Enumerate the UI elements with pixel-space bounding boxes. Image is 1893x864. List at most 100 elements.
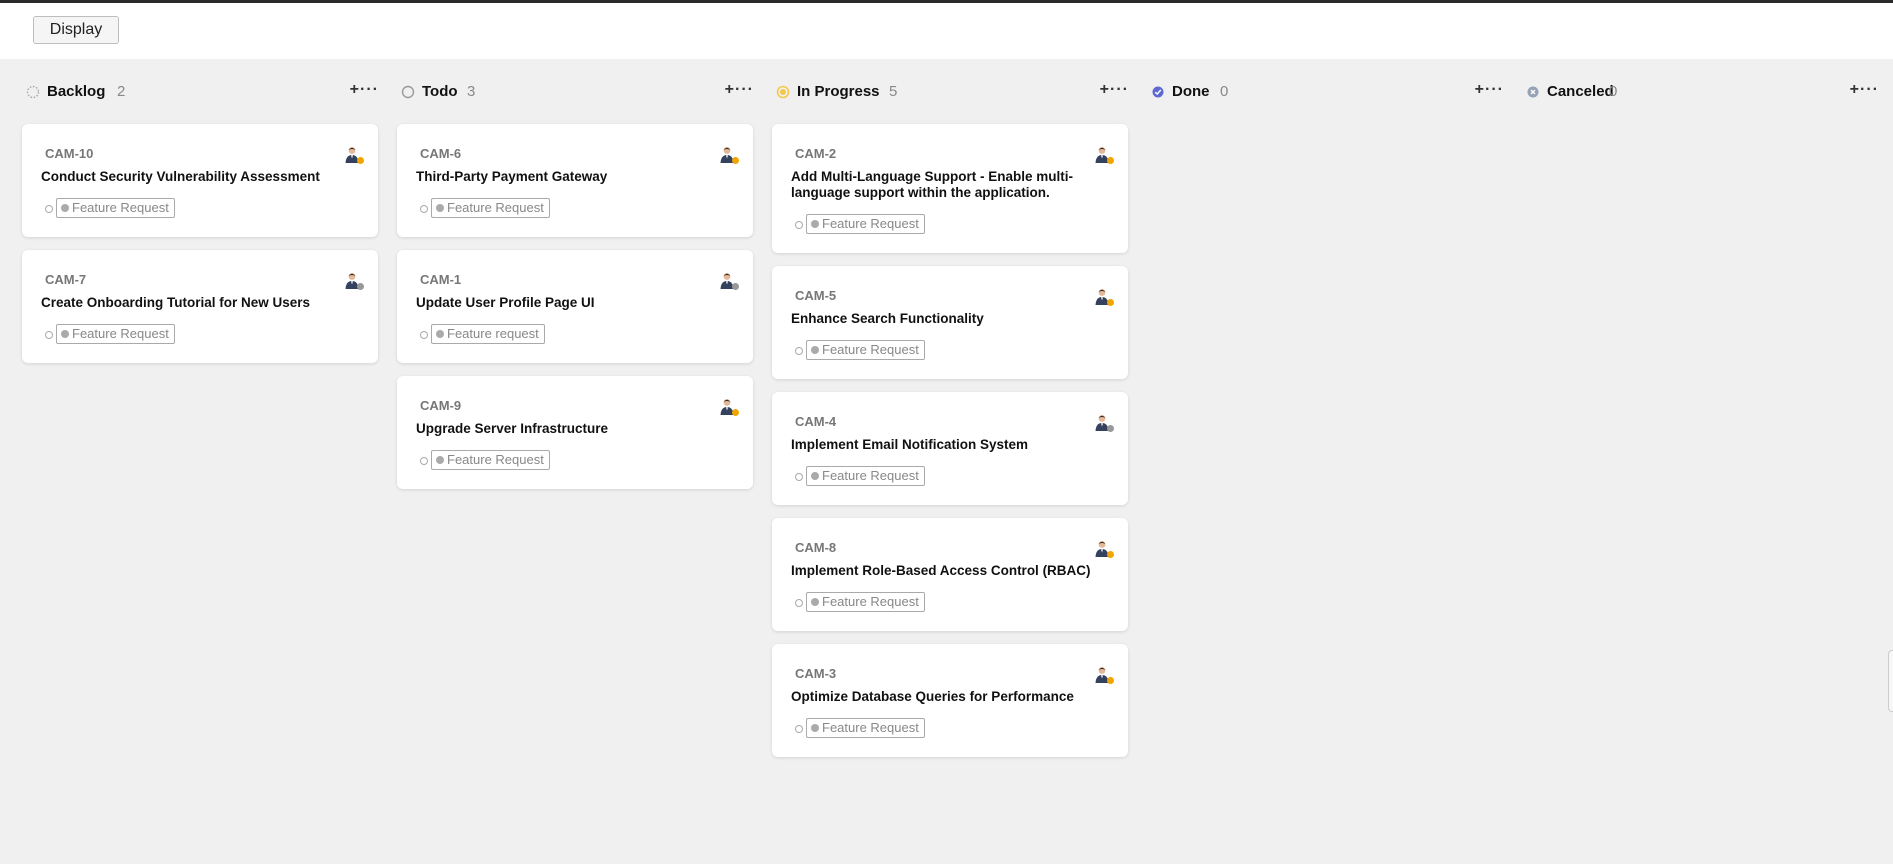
priority-circle-icon[interactable] <box>420 205 428 213</box>
issue-id: CAM-5 <box>795 288 837 303</box>
issue-title: Implement Email Notification System <box>791 437 1029 452</box>
column-title: Canceled <box>1547 83 1614 100</box>
column-actions: +··· <box>725 81 754 99</box>
issue-title: Implement Role-Based Access Control (RBA… <box>791 563 1091 578</box>
priority-circle-icon[interactable] <box>420 331 428 339</box>
priority-circle-icon[interactable] <box>795 599 803 607</box>
column-title: Todo <box>422 83 458 100</box>
column-todo: Todo 3 +··· CAM-6 Third-Party Payment Gatewa… <box>397 59 754 859</box>
priority-circle-icon[interactable] <box>45 331 53 339</box>
issue-id: CAM-2 <box>795 146 837 161</box>
assignee-avatar[interactable] <box>718 397 739 416</box>
more-options-icon[interactable]: ··· <box>1110 81 1129 98</box>
assignee-avatar[interactable] <box>718 145 739 164</box>
label-dot-icon <box>811 598 819 606</box>
column-actions: +··· <box>1475 81 1504 99</box>
column-title: Done <box>1172 83 1210 100</box>
add-issue-icon[interactable]: + <box>350 81 360 98</box>
priority-circle-icon[interactable] <box>795 221 803 229</box>
status-backlog-icon <box>26 85 40 99</box>
issue-title: Upgrade Server Infrastructure <box>416 421 609 436</box>
column-actions: +··· <box>1100 81 1129 99</box>
status-in-progress-icon <box>776 85 790 99</box>
issue-id: CAM-4 <box>795 414 837 429</box>
side-panel-handle[interactable] <box>1888 650 1893 712</box>
issue-card[interactable]: CAM-5 Enhance Search Functionality Feature… <box>772 266 1128 379</box>
issue-card[interactable]: CAM-6 Third-Party Payment Gateway Feature … <box>397 124 753 237</box>
priority-circle-icon[interactable] <box>795 347 803 355</box>
status-done-icon <box>1151 85 1165 99</box>
label-tag[interactable]: Feature Request <box>56 198 175 218</box>
issue-title: Update User Profile Page UI <box>416 295 595 310</box>
more-options-icon[interactable]: ··· <box>735 81 754 98</box>
label-dot-icon <box>436 204 444 212</box>
label-text: Feature Request <box>447 452 544 467</box>
status-canceled-icon <box>1526 85 1540 99</box>
issue-card[interactable]: CAM-2 Add Multi-Language Support - Enable… <box>772 124 1128 253</box>
issue-card[interactable]: CAM-10 Conduct Security Vulnerability Ass… <box>22 124 378 237</box>
add-issue-icon[interactable]: + <box>1100 81 1110 98</box>
assignee-avatar[interactable] <box>718 271 739 290</box>
label-dot-icon <box>61 330 69 338</box>
column-header: Todo 3 +··· <box>397 81 754 102</box>
kanban-board: Backlog 2 +··· CAM-10 Conduct Security Vulne… <box>0 59 1893 864</box>
more-options-icon[interactable]: ··· <box>1860 81 1879 98</box>
more-options-icon[interactable]: ··· <box>360 81 379 98</box>
label-dot-icon <box>436 330 444 338</box>
assignee-avatar[interactable] <box>1093 145 1114 164</box>
label-tag[interactable]: Feature Request <box>56 324 175 344</box>
column-title: Backlog <box>47 83 106 100</box>
issue-title: Enhance Search Functionality <box>791 311 984 326</box>
column-title: In Progress <box>797 83 880 100</box>
issue-card[interactable]: CAM-7 Create Onboarding Tutorial for New … <box>22 250 378 363</box>
column-backlog: Backlog 2 +··· CAM-10 Conduct Security Vulne… <box>22 59 379 859</box>
assignee-avatar[interactable] <box>1093 665 1114 684</box>
label-tag[interactable]: Feature Request <box>806 466 925 486</box>
more-options-icon[interactable]: ··· <box>1485 81 1504 98</box>
avatar-status-dot <box>1107 157 1114 164</box>
label-text: Feature Request <box>822 594 919 609</box>
column-count: 0 <box>1220 83 1229 100</box>
issue-card[interactable]: CAM-3 Optimize Database Queries for Perfo… <box>772 644 1128 757</box>
avatar-status-dot <box>357 283 364 290</box>
assignee-avatar[interactable] <box>1093 539 1114 558</box>
priority-circle-icon[interactable] <box>45 205 53 213</box>
assignee-avatar[interactable] <box>343 145 364 164</box>
issue-title: Conduct Security Vulnerability Assessmen… <box>41 169 320 184</box>
issue-card[interactable]: CAM-1 Update User Profile Page UI Feature … <box>397 250 753 363</box>
issue-title: Optimize Database Queries for Performanc… <box>791 689 1074 704</box>
label-dot-icon <box>811 724 819 732</box>
label-tag[interactable]: Feature Request <box>806 214 925 234</box>
label-tag[interactable]: Feature Request <box>806 718 925 738</box>
assignee-avatar[interactable] <box>1093 413 1114 432</box>
column-actions: +··· <box>1850 81 1879 99</box>
label-tag[interactable]: Feature Request <box>806 592 925 612</box>
column-header: Backlog 2 +··· <box>22 81 379 102</box>
avatar-status-dot <box>1107 551 1114 558</box>
issue-card[interactable]: CAM-9 Upgrade Server Infrastructure Featur… <box>397 376 753 489</box>
issue-card[interactable]: CAM-4 Implement Email Notification System… <box>772 392 1128 505</box>
label-dot-icon <box>811 346 819 354</box>
issue-id: CAM-10 <box>45 146 94 161</box>
label-tag[interactable]: Feature request <box>431 324 545 344</box>
assignee-avatar[interactable] <box>343 271 364 290</box>
column-header: Done 0 +··· <box>1147 81 1504 102</box>
priority-circle-icon[interactable] <box>795 473 803 481</box>
add-issue-icon[interactable]: + <box>725 81 735 98</box>
assignee-avatar[interactable] <box>1093 287 1114 306</box>
label-text: Feature Request <box>72 200 169 215</box>
display-button[interactable]: Display <box>33 16 119 44</box>
column-count: 5 <box>889 83 898 100</box>
label-tag[interactable]: Feature Request <box>431 198 550 218</box>
priority-circle-icon[interactable] <box>795 725 803 733</box>
column-count: 0 <box>1609 83 1618 100</box>
priority-circle-icon[interactable] <box>420 457 428 465</box>
add-issue-icon[interactable]: + <box>1475 81 1485 98</box>
add-issue-icon[interactable]: + <box>1850 81 1860 98</box>
label-tag[interactable]: Feature Request <box>806 340 925 360</box>
issue-card[interactable]: CAM-8 Implement Role-Based Access Control… <box>772 518 1128 631</box>
avatar-status-dot <box>357 157 364 164</box>
label-dot-icon <box>61 204 69 212</box>
issue-id: CAM-6 <box>420 146 462 161</box>
label-tag[interactable]: Feature Request <box>431 450 550 470</box>
